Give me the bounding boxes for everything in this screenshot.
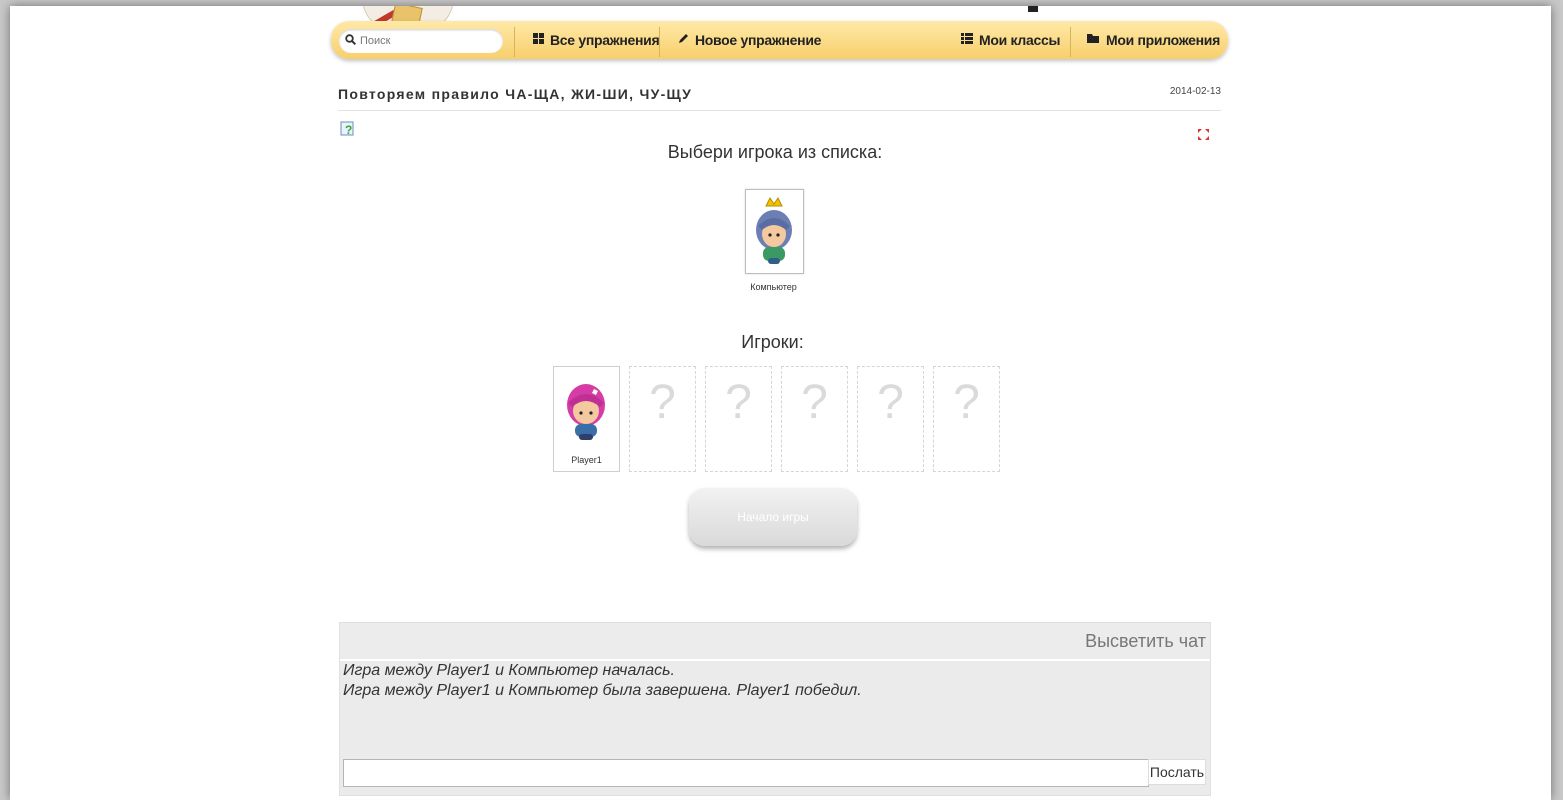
page-date: 2014-02-13 [1169, 86, 1221, 97]
player-slot-6[interactable]: ? [933, 366, 1000, 472]
nav-my-classes-label: Мои классы [979, 32, 1061, 48]
list-icon [961, 33, 973, 47]
choose-player-prompt: Выбери игрока из списка: [667, 142, 883, 162]
player1-label: Player1 [571, 455, 602, 465]
page-title: Повторяем правило ЧА-ЩА, ЖИ-ШИ, ЧУ-ЩУ [338, 86, 693, 102]
search-input[interactable] [358, 34, 497, 48]
nav-new-exercise-label: Новое упражнение [695, 32, 822, 48]
chat-header: Высветить чат [340, 623, 1210, 661]
nav-all-exercises-label: Все упражнения [550, 32, 660, 48]
nav-my-apps[interactable]: Мои приложения [1087, 21, 1220, 59]
show-chat-toggle[interactable]: Высветить чат [1085, 631, 1206, 652]
chat-panel: Высветить чат Игра между Player1 и Компь… [339, 622, 1211, 796]
player-slot-3[interactable]: ? [705, 366, 772, 472]
chat-message-input[interactable] [343, 759, 1149, 787]
computer-label: Компьютер [750, 282, 797, 292]
empty-slot-question-icon: ? [953, 376, 980, 429]
players-heading: Игроки: [741, 332, 804, 352]
empty-slot-question-icon: ? [877, 376, 904, 429]
empty-slot-question-icon: ? [801, 376, 828, 429]
search-box[interactable] [339, 29, 503, 53]
computer-player-card[interactable] [745, 189, 804, 274]
player-slot-4[interactable]: ? [781, 366, 848, 472]
chat-log: Игра между Player1 и Компьютер началась.… [340, 661, 1210, 753]
fullscreen-icon[interactable] [1198, 127, 1209, 140]
pencil-icon [678, 33, 689, 47]
empty-slot-question-icon: ? [649, 376, 676, 429]
folder-icon [1087, 33, 1100, 47]
nav-divider [514, 27, 515, 57]
nav-all-exercises[interactable]: Все упражнения [533, 21, 660, 59]
send-button[interactable]: Послать [1148, 759, 1206, 785]
start-game-button[interactable]: Начало игры [689, 488, 857, 546]
nav-divider [1070, 27, 1071, 57]
nav-new-exercise[interactable]: Новое упражнение [678, 21, 821, 59]
chat-message: Игра между Player1 и Компьютер была заве… [343, 682, 862, 699]
player-slot-1[interactable]: Player1 [553, 366, 620, 472]
nav-my-apps-label: Мои приложения [1106, 32, 1220, 48]
player-slot-2[interactable]: ? [629, 366, 696, 472]
help-icon[interactable]: ? [340, 121, 356, 137]
top-navbar: Все упражнения Новое упражнение Мои клас… [331, 21, 1228, 59]
nav-my-classes[interactable]: Мои классы [961, 21, 1060, 59]
svg-text:?: ? [345, 123, 352, 137]
chat-message: Игра между Player1 и Компьютер началась. [343, 662, 675, 679]
top-right-controls [1020, 6, 1038, 15]
player-slot-5[interactable]: ? [857, 366, 924, 472]
computer-avatar-icon [756, 197, 792, 264]
grid-icon [533, 33, 544, 47]
exercise-header: Повторяем правило ЧА-ЩА, ЖИ-ШИ, ЧУ-ЩУ 20… [338, 86, 1221, 111]
player1-avatar-icon [567, 384, 605, 440]
search-icon [345, 34, 357, 48]
empty-slot-question-icon: ? [725, 376, 752, 429]
nav-divider [659, 27, 660, 57]
